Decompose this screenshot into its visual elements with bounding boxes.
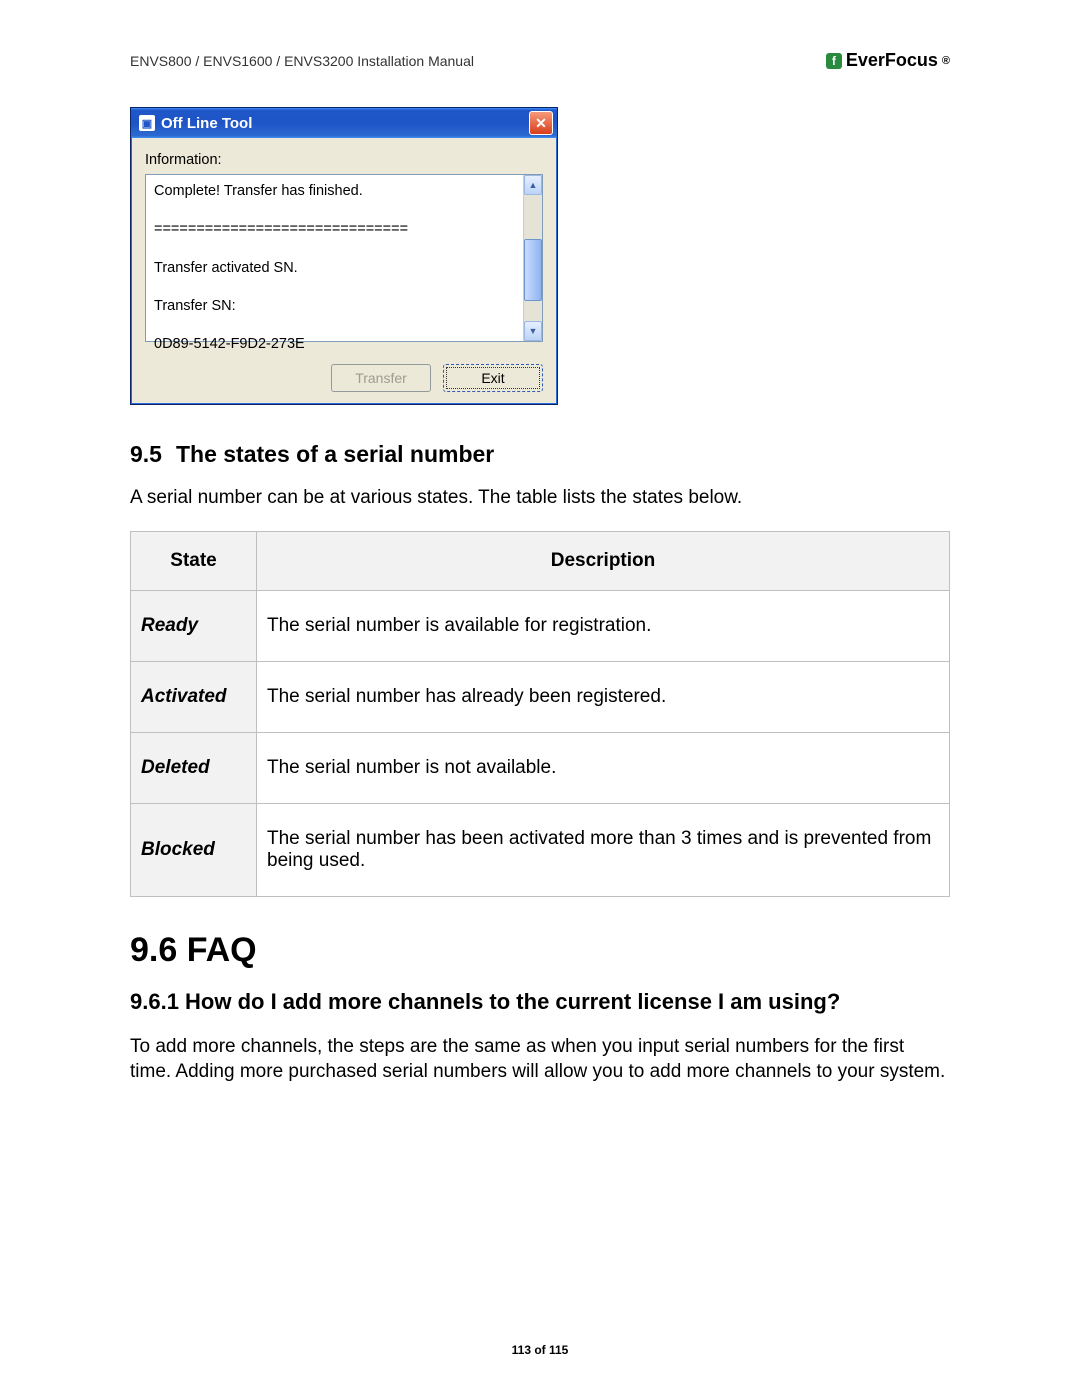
scroll-up-icon[interactable]: ▲ [524,175,542,195]
brand-mark-icon: f [826,53,842,69]
scroll-thumb[interactable] [524,239,542,301]
page-number: 113 of 115 [0,1343,1080,1357]
offline-tool-window: ▣ Off Line Tool ✕ Information: Complete!… [130,107,558,405]
desc-cell: The serial number has already been regis… [257,661,950,732]
doc-title: ENVS800 / ENVS1600 / ENVS3200 Installati… [130,53,474,69]
information-label: Information: [145,152,543,168]
info-line: Transfer SN: [154,296,524,316]
window-body: Information: Complete! Transfer has fini… [131,138,557,354]
section-9-6-1-heading: 9.6.1 How do I add more channels to the … [130,988,950,1016]
brand-logo: f EverFocus ® [826,50,950,71]
section-9-6-1-body: To add more channels, the steps are the … [130,1035,950,1084]
info-line: 0D89-5142-F9D2-273E [154,334,524,354]
exit-button[interactable]: Exit [443,364,543,392]
section-9-5-heading: 9.5 The states of a serial number [130,441,950,468]
section-number: 9.5 [130,441,162,467]
desc-cell: The serial number has been activated mor… [257,803,950,896]
table-row: Blocked The serial number has been activ… [131,803,950,896]
state-cell: Ready [131,590,257,661]
state-cell: Deleted [131,732,257,803]
info-line: ============================== [154,219,524,239]
scroll-track[interactable] [524,195,542,321]
desc-cell: The serial number is not available. [257,732,950,803]
info-line: Transfer activated SN. [154,258,524,278]
scroll-down-icon[interactable]: ▼ [524,321,542,341]
scrollbar[interactable]: ▲ ▼ [523,175,542,341]
state-cell: Activated [131,661,257,732]
window-button-row: Transfer Exit [131,354,557,404]
page: ENVS800 / ENVS1600 / ENVS3200 Installati… [0,0,1080,1397]
section-title: The states of a serial number [176,441,494,467]
transfer-button[interactable]: Transfer [331,364,431,392]
brand-name: EverFocus [846,50,938,71]
col-description-header: Description [257,531,950,590]
close-icon[interactable]: ✕ [529,111,553,135]
table-row: Activated The serial number has already … [131,661,950,732]
information-textbox[interactable]: Complete! Transfer has finished. =======… [145,174,543,342]
app-icon: ▣ [139,115,155,131]
info-line: Complete! Transfer has finished. [154,181,524,201]
state-cell: Blocked [131,803,257,896]
table-row: Ready The serial number is available for… [131,590,950,661]
serial-states-table: State Description Ready The serial numbe… [130,531,950,897]
section-9-6-heading: 9.6 FAQ [130,931,950,970]
table-row: Deleted The serial number is not availab… [131,732,950,803]
registered-mark: ® [942,55,950,67]
page-header: ENVS800 / ENVS1600 / ENVS3200 Installati… [130,50,950,71]
window-title: Off Line Tool [161,115,523,132]
desc-cell: The serial number is available for regis… [257,590,950,661]
section-9-5-intro: A serial number can be at various states… [130,486,950,511]
window-titlebar[interactable]: ▣ Off Line Tool ✕ [131,108,557,138]
col-state-header: State [131,531,257,590]
table-header-row: State Description [131,531,950,590]
